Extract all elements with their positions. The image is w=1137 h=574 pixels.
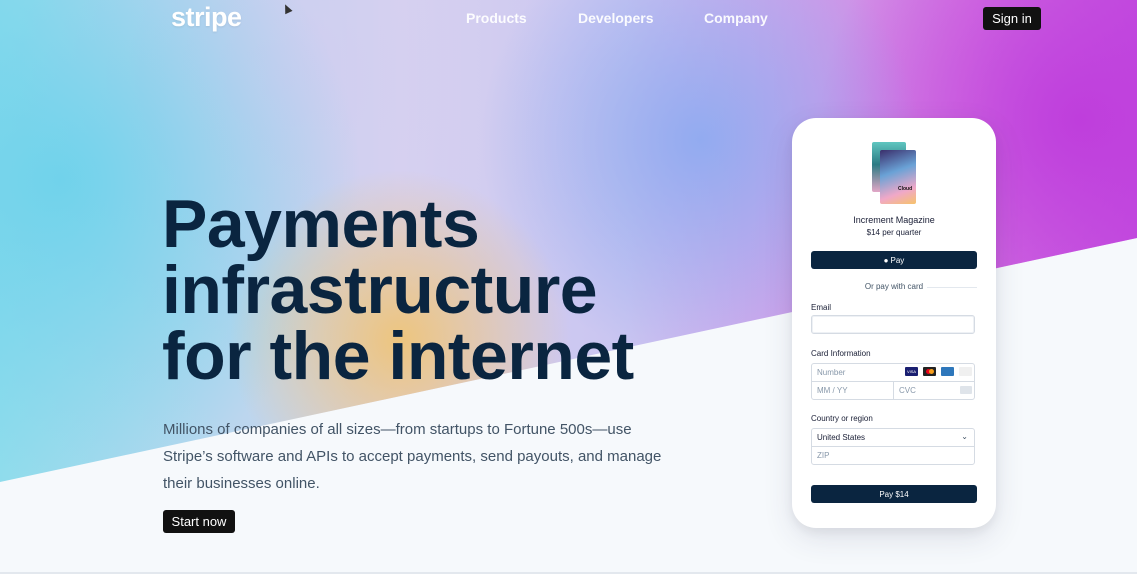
- product-name: Increment Magazine: [853, 215, 935, 225]
- discover-icon: [959, 367, 972, 376]
- apple-pay-label: Pay: [890, 255, 905, 265]
- amex-icon: [941, 367, 954, 376]
- country-label: Country or region: [811, 414, 873, 423]
- headline-line-3: for the internet: [162, 318, 634, 394]
- zip-input[interactable]: ZIP: [811, 446, 975, 465]
- headline-line-1: Payments: [162, 186, 480, 262]
- magazine-cover-label: Cloud: [898, 186, 913, 192]
- start-now-button[interactable]: Start now: [163, 510, 235, 533]
- nav-link-company[interactable]: Company: [704, 10, 768, 26]
- country-value: United States: [817, 433, 866, 442]
- headline-line-2: infrastructure: [162, 252, 598, 328]
- mastercard-icon: [923, 367, 936, 376]
- country-select[interactable]: United States ⌄: [811, 428, 975, 447]
- cvc-card-icon: [960, 386, 972, 394]
- apple-icon: ●: [883, 255, 889, 265]
- product-price: $14 per quarter: [866, 228, 922, 237]
- visa-icon: VISA: [905, 367, 918, 376]
- checkout-phone-mockup: Cloud Increment Magazine $14 per quarter…: [792, 118, 996, 528]
- email-label: Email: [811, 303, 832, 312]
- magazine-cover-front: Cloud: [880, 150, 916, 204]
- apple-pay-button[interactable]: ● Pay: [811, 251, 977, 269]
- pay-button[interactable]: Pay $14: [811, 485, 977, 503]
- or-pay-divider: [927, 287, 977, 288]
- stripe-logo[interactable]: stripe: [171, 2, 242, 33]
- hero-subtext: Millions of companies of all sizes—from …: [163, 421, 662, 492]
- hero-headline: Payments infrastructure for the internet: [162, 186, 634, 394]
- nav-link-products[interactable]: Products: [466, 10, 527, 26]
- card-information-label: Card Information: [811, 349, 871, 358]
- nav-link-developers[interactable]: Developers: [578, 10, 653, 26]
- sign-in-button[interactable]: Sign in: [983, 7, 1041, 30]
- chevron-down-icon: ⌄: [961, 432, 968, 441]
- card-expiry-input[interactable]: MM / YY: [811, 381, 894, 400]
- email-field[interactable]: [811, 315, 975, 334]
